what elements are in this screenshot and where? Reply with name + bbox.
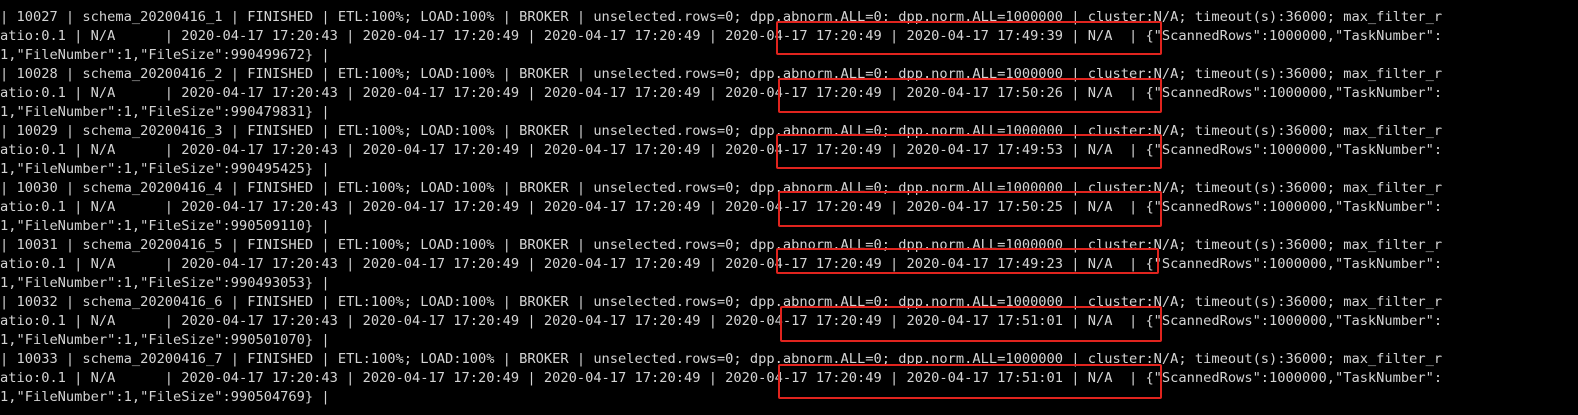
table-row-line: atio:0.1 | N/A | 2020-04-17 17:20:43 | 2… <box>0 256 1443 272</box>
table-row-line: | 10032 | schema_20200416_6 | FINISHED |… <box>0 294 1443 310</box>
table-row-line: | 10031 | schema_20200416_5 | FINISHED |… <box>0 237 1443 253</box>
table-row-line: atio:0.1 | N/A | 2020-04-17 17:20:43 | 2… <box>0 28 1443 44</box>
table-row-line: atio:0.1 | N/A | 2020-04-17 17:20:43 | 2… <box>0 142 1443 158</box>
table-row-line: 1,"FileNumber":1,"FileSize":990493053} | <box>0 275 330 291</box>
table-row-line: 1,"FileNumber":1,"FileSize":990509110} | <box>0 218 330 234</box>
table-row-line: | 10030 | schema_20200416_4 | FINISHED |… <box>0 180 1443 196</box>
table-row-line: 1,"FileNumber":1,"FileSize":990479831} | <box>0 104 330 120</box>
table-row-line: 1,"FileNumber":1,"FileSize":990499672} | <box>0 47 330 63</box>
table-row-line: 1,"FileNumber":1,"FileSize":990501070} | <box>0 332 330 348</box>
table-row-line: 1,"FileNumber":1,"FileSize":990504769} | <box>0 389 330 405</box>
table-row-line: | 10029 | schema_20200416_3 | FINISHED |… <box>0 123 1443 139</box>
table-row-line: atio:0.1 | N/A | 2020-04-17 17:20:43 | 2… <box>0 199 1443 215</box>
table-row-line: atio:0.1 | N/A | 2020-04-17 17:20:43 | 2… <box>0 370 1443 386</box>
table-row-line: atio:0.1 | N/A | 2020-04-17 17:20:43 | 2… <box>0 313 1443 329</box>
table-row-line: 1,"FileNumber":1,"FileSize":990495425} | <box>0 161 330 177</box>
table-row-line: | 10027 | schema_20200416_1 | FINISHED |… <box>0 9 1443 25</box>
table-row-line: | 10028 | schema_20200416_2 | FINISHED |… <box>0 66 1443 82</box>
table-row-line: atio:0.1 | N/A | 2020-04-17 17:20:43 | 2… <box>0 85 1443 101</box>
terminal-output[interactable]: | 10027 | schema_20200416_1 | FINISHED |… <box>0 0 1578 415</box>
table-row-line: | 10033 | schema_20200416_7 | FINISHED |… <box>0 351 1443 367</box>
